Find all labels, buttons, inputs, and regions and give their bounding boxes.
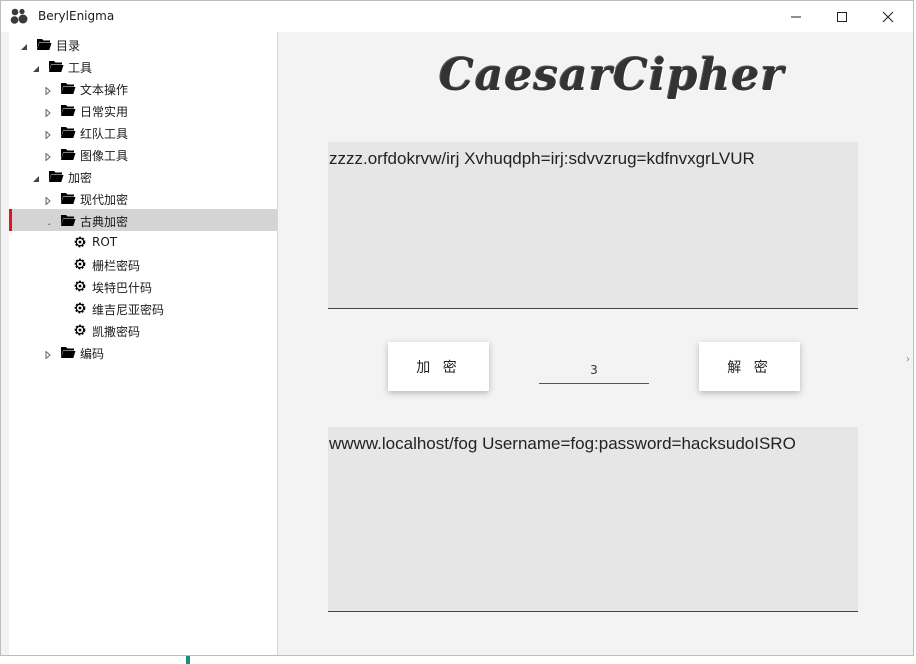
tree-item-label: 文本操作 [80,83,129,97]
folder-open-icon [48,169,64,183]
folder-open-icon [48,59,64,73]
collapsed-arrow-icon[interactable] [44,348,52,360]
ciphertext-input[interactable]: zzzz.orfdokrvw/irj Xvhuqdph=irj:sdvvzrug… [328,142,858,309]
tree-item-label: 加密 [68,171,93,185]
tree-item-label: 凯撒密码 [92,325,141,339]
close-icon [882,11,894,22]
encrypt-button[interactable]: 加 密 [388,342,489,391]
tree-item[interactable]: ROT [9,231,277,253]
tree-item[interactable]: 维吉尼亚密码 [9,297,277,319]
tree-item-label: 编码 [80,347,105,361]
tree-item-label: ROT [92,235,118,249]
decrypt-button[interactable]: 解 密 [699,342,800,391]
gear-icon [73,235,89,249]
folder-open-icon [60,103,76,117]
tree-item[interactable]: 文本操作 [9,77,277,99]
folder-open-icon [60,81,76,95]
minimize-icon [791,16,801,17]
gear-icon [73,301,89,315]
gear-icon [73,257,89,271]
tree-item-label: 日常实用 [80,105,129,119]
gear-icon [73,279,89,293]
collapsed-arrow-icon[interactable] [44,84,52,96]
window-title: BerylEnigma [38,9,115,23]
collapsed-arrow-icon[interactable] [44,106,52,118]
folder-open-icon [60,191,76,205]
folder-open-icon [60,213,76,227]
tree-item[interactable]: 日常实用 [9,99,277,121]
tree-item[interactable]: 目录 [9,33,277,55]
minimize-button[interactable] [773,1,819,32]
tree-item-label: 目录 [56,39,81,53]
expanded-arrow-icon[interactable] [32,62,40,72]
tree-item-label: 现代加密 [80,193,129,207]
tree-item[interactable]: 图像工具 [9,143,277,165]
folder-open-icon [60,345,76,359]
app-window: BerylEnigma 目录工具文本操作日常实用红队工具图像工具加密现代加密古典… [0,0,914,656]
page-title: CaesarCipher [439,50,785,101]
expanded-arrow-icon[interactable] [44,216,52,225]
edge-arrow-icon: › [906,354,910,365]
tree-item-label: 红队工具 [80,127,129,141]
title-bar[interactable]: BerylEnigma [1,1,913,32]
tree-item[interactable]: 古典加密 [9,209,277,231]
shift-input[interactable] [539,357,649,384]
folder-open-icon [60,125,76,139]
tree-item-label: 工具 [68,61,93,75]
background-window-fragment: ​ [186,656,266,664]
expanded-arrow-icon[interactable] [32,172,40,182]
selection-marker [9,209,12,231]
tree-item-label: 图像工具 [80,149,129,163]
tree-item-label: 维吉尼亚密码 [92,303,165,317]
gear-icon [73,323,89,337]
maximize-button[interactable] [819,1,865,32]
expanded-arrow-icon[interactable] [20,40,28,50]
collapsed-arrow-icon[interactable] [44,128,52,140]
tree-item[interactable]: 加密 [9,165,277,187]
collapsed-arrow-icon[interactable] [44,150,52,162]
folder-open-icon [60,147,76,161]
collapsed-arrow-icon[interactable] [44,194,52,206]
plaintext-output[interactable]: wwww.localhost/fog Username=fog:password… [328,427,858,612]
maximize-icon [837,11,847,22]
tree-item[interactable]: 工具 [9,55,277,77]
tree-item[interactable]: 红队工具 [9,121,277,143]
app-logo-icon [10,8,28,24]
caesar-cipher-panel: CaesarCipher zzzz.orfdokrvw/irj Xvhuqdph… [279,32,913,655]
tree-item[interactable]: 栅栏密码 [9,253,277,275]
tree-item[interactable]: 现代加密 [9,187,277,209]
tree-item-label: 古典加密 [80,215,129,229]
tree-item[interactable]: 凯撒密码 [9,319,277,341]
navigation-tree[interactable]: 目录工具文本操作日常实用红队工具图像工具加密现代加密古典加密 ROT 栅栏密码埃特巴… [9,32,278,655]
folder-open-icon [36,37,52,51]
tree-item-label: 埃特巴什码 [92,281,153,295]
tree-item[interactable]: 埃特巴什码 [9,275,277,297]
tree-item[interactable]: 编码 [9,341,277,363]
tree-item-label: 栅栏密码 [92,259,141,273]
close-button[interactable] [865,1,911,32]
